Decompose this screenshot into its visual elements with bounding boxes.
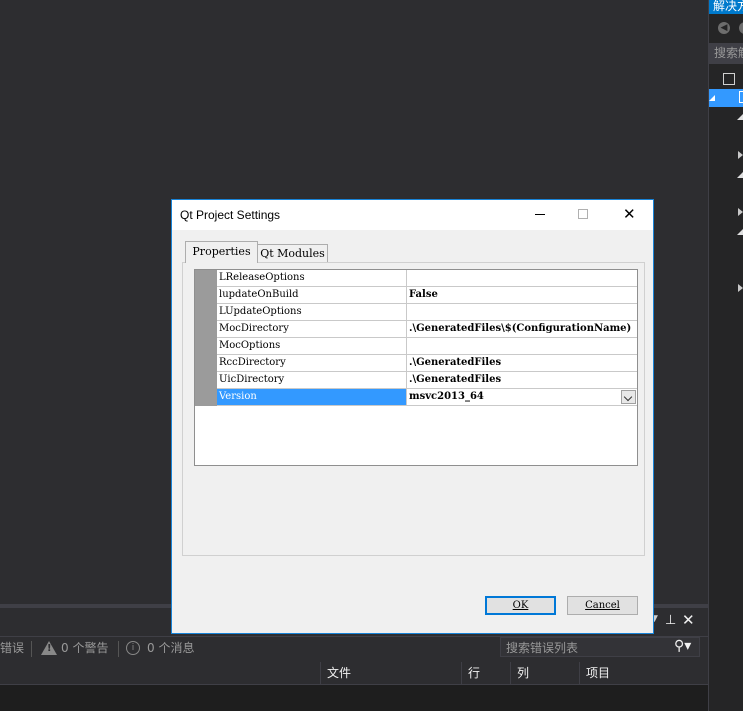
tab-qt-modules[interactable]: Qt Modules	[258, 244, 328, 263]
project-icon	[739, 91, 743, 103]
row-margin	[195, 355, 217, 372]
property-name: RccDirectory	[217, 355, 407, 372]
qt-project-settings-dialog: Qt Project Settings ✕ Properties Qt Modu…	[171, 199, 654, 634]
property-value[interactable]	[407, 270, 637, 287]
property-name: lupdateOnBuild	[217, 287, 407, 304]
property-row-selected[interactable]: Version msvc2013_64	[195, 389, 637, 406]
forward-icon[interactable]	[739, 22, 743, 34]
errors-filter-button[interactable]: 错误	[0, 640, 24, 656]
property-row[interactable]: UicDirectory .\GeneratedFiles	[195, 372, 637, 389]
expand-arrow-icon[interactable]	[737, 114, 743, 120]
maximize-icon	[578, 209, 588, 219]
expand-arrow-icon[interactable]	[737, 229, 743, 235]
cancel-button[interactable]: Cancel	[567, 596, 638, 615]
row-margin	[195, 321, 217, 338]
property-value[interactable]: .\GeneratedFiles	[407, 355, 637, 372]
warning-icon	[41, 641, 57, 655]
project-node[interactable]	[709, 89, 743, 107]
solution-explorer-toolbar: ◀	[709, 17, 743, 39]
back-icon[interactable]: ◀	[718, 22, 730, 34]
property-grid: LReleaseOptions lupdateOnBuild False LUp…	[194, 269, 638, 466]
minimize-icon[interactable]	[533, 204, 549, 224]
property-value[interactable]: .\GeneratedFiles	[407, 372, 637, 389]
pin-icon[interactable]: ⊥	[665, 613, 676, 628]
ok-button[interactable]: OK	[485, 596, 556, 615]
property-row[interactable]: MocOptions	[195, 338, 637, 355]
column-header-file[interactable]: 文件	[320, 662, 462, 684]
property-name: LUpdateOptions	[217, 304, 407, 321]
version-combo-value: msvc2013_64	[409, 391, 484, 402]
solution-explorer-search-input[interactable]: 搜索解	[709, 43, 743, 64]
dialog-title: Qt Project Settings	[180, 208, 281, 222]
close-icon[interactable]: ✕	[682, 611, 695, 629]
property-value[interactable]: .\GeneratedFiles\$(ConfigurationName)	[407, 321, 637, 338]
solution-explorer-title: 解决方	[709, 0, 743, 14]
property-row[interactable]: LUpdateOptions	[195, 304, 637, 321]
property-value[interactable]	[407, 338, 637, 355]
expand-arrow-icon[interactable]	[709, 95, 715, 101]
error-list-search-input[interactable]: 搜索错误列表	[500, 637, 700, 657]
error-list-body	[0, 685, 708, 711]
property-row[interactable]: lupdateOnBuild False	[195, 287, 637, 304]
collapse-arrow-icon[interactable]	[738, 208, 743, 216]
row-margin	[195, 270, 217, 287]
dialog-titlebar[interactable]: Qt Project Settings ✕	[172, 200, 653, 230]
solution-node[interactable]	[709, 71, 743, 89]
property-name: Version	[217, 389, 407, 406]
info-icon: i	[126, 641, 140, 655]
warnings-filter-button[interactable]: 0 个警告	[61, 640, 108, 656]
property-row[interactable]: MocDirectory .\GeneratedFiles\$(Configur…	[195, 321, 637, 338]
row-margin	[195, 372, 217, 389]
toolbar-separator	[31, 641, 32, 657]
property-name: MocDirectory	[217, 321, 407, 338]
property-value[interactable]	[407, 304, 637, 321]
tab-properties[interactable]: Properties	[185, 241, 258, 263]
property-value[interactable]: False	[407, 287, 637, 304]
collapse-arrow-icon[interactable]	[738, 151, 743, 159]
expand-arrow-icon[interactable]	[737, 172, 743, 178]
row-margin	[195, 389, 217, 406]
messages-filter-button[interactable]: 0 个消息	[147, 640, 194, 656]
row-margin	[195, 287, 217, 304]
error-list-column-headers: 文件 行 列 项目	[0, 662, 708, 685]
row-margin	[195, 304, 217, 321]
column-header-column[interactable]: 列	[510, 662, 580, 684]
solution-explorer-panel: 解决方 ◀ 搜索解	[708, 0, 743, 711]
property-row[interactable]: RccDirectory .\GeneratedFiles	[195, 355, 637, 372]
property-name: UicDirectory	[217, 372, 407, 389]
property-row[interactable]: LReleaseOptions	[195, 270, 637, 287]
column-header-line[interactable]: 行	[461, 662, 511, 684]
collapse-arrow-icon[interactable]	[738, 284, 743, 292]
row-margin	[195, 338, 217, 355]
close-icon[interactable]: ✕	[623, 205, 636, 223]
property-name: LReleaseOptions	[217, 270, 407, 287]
solution-icon	[723, 73, 735, 85]
search-icon[interactable]: ⚲▾	[674, 638, 691, 654]
column-header-project[interactable]: 项目	[579, 662, 701, 684]
toolbar-separator	[118, 641, 119, 657]
chevron-down-icon[interactable]	[621, 390, 636, 404]
version-combo[interactable]: msvc2013_64	[407, 389, 637, 406]
property-name: MocOptions	[217, 338, 407, 355]
